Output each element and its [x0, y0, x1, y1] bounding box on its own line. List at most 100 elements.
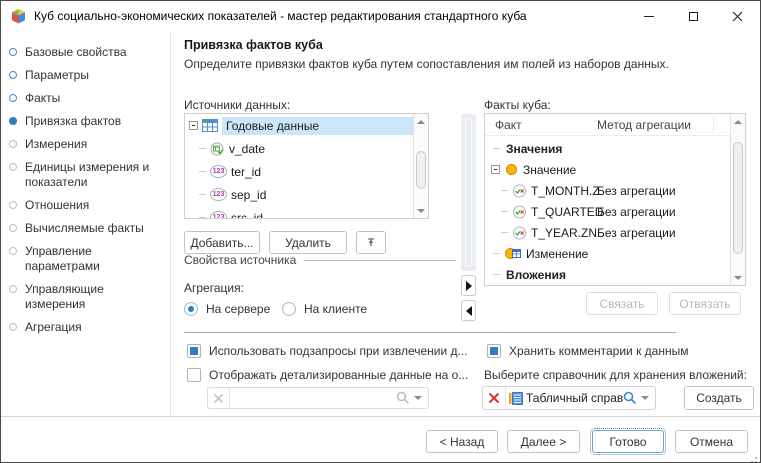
step-dot-active-icon [9, 117, 17, 125]
step-dot-icon [9, 140, 17, 148]
move-right-button[interactable] [461, 275, 476, 296]
add-source-button[interactable]: Добавить... [184, 231, 260, 254]
scroll-up-icon[interactable] [414, 114, 428, 129]
footer-bar: < Назад Далее > Готово Отмена [1, 416, 760, 462]
attachments-dictionary-label: Выберите справочник для хранения вложени… [484, 368, 747, 382]
sidebar-item-units-indicators[interactable]: Единицы измерения и показатели [1, 158, 170, 192]
splitter-handle[interactable] [461, 114, 476, 271]
source-field-row[interactable]: v_date [185, 137, 413, 160]
sidebar-item-parameter-management[interactable]: Управление параметрами [1, 242, 170, 276]
fact-field-row[interactable]: T_QUARTED Без агрегации [485, 201, 729, 222]
scrollbar-thumb[interactable] [733, 142, 743, 254]
sources-scrollbar[interactable] [413, 114, 428, 218]
finish-button[interactable]: Готово [592, 430, 664, 453]
clear-selection-icon[interactable] [483, 387, 506, 409]
radio-client[interactable]: На клиенте [282, 302, 367, 316]
facts-tree: Факт Метод агрегации Значения Значение T… [484, 113, 746, 286]
source-properties-group: Свойства источника [184, 253, 456, 267]
collapse-all-button[interactable]: Ŧ [356, 231, 386, 254]
step-dot-icon [9, 323, 17, 331]
detailed-data-combo[interactable] [207, 387, 429, 409]
next-button[interactable]: Далее > [507, 430, 580, 453]
step-dot-icon [9, 247, 17, 255]
sidebar-item-fact-binding[interactable]: Привязка фактов [1, 112, 170, 131]
unbind-button[interactable]: Отвязать [669, 292, 741, 315]
close-button[interactable] [715, 1, 759, 31]
arrow-left-icon [466, 306, 472, 316]
scrollbar-thumb[interactable] [416, 151, 426, 189]
radio-server[interactable]: На сервере [184, 302, 270, 316]
collapse-expander-icon[interactable] [491, 165, 500, 174]
sidebar-item-facts[interactable]: Факты [1, 89, 170, 108]
attachments-dictionary-combo[interactable]: Табличный справо [482, 386, 656, 410]
fact-group-row[interactable]: Вложения [485, 264, 729, 285]
column-fact[interactable]: Факт [495, 118, 522, 132]
aggregation-method: Без агрегации [597, 184, 676, 198]
step-label: Управление параметрами [25, 244, 100, 273]
fact-field-row[interactable]: T_MONTH.Z Без агрегации [485, 180, 729, 201]
chevron-down-icon[interactable] [414, 396, 422, 400]
minimize-button[interactable] [627, 1, 671, 31]
column-method[interactable]: Метод агрегации [597, 118, 691, 132]
checkbox-checked-icon [487, 344, 501, 358]
clear-selection-disabled-icon [208, 388, 230, 408]
fact-change-row[interactable]: Изменение [485, 243, 729, 264]
arrow-right-icon [466, 281, 472, 291]
aggregation-method: Без агрегации [597, 205, 676, 219]
resize-grip[interactable] [755, 457, 757, 459]
sidebar-item-control-dimensions[interactable]: Управляющие измерения [1, 280, 170, 314]
step-label: Единицы измерения и показатели [25, 160, 149, 189]
sidebar-item-aggregation[interactable]: Агрегация [1, 318, 170, 337]
fact-value-row[interactable]: Значение [485, 159, 729, 180]
facts-grid-header: Факт Метод агрегации [485, 114, 730, 136]
page-description: Определите привязки фактов куба путем со… [184, 57, 669, 71]
step-dot-icon [9, 94, 17, 102]
search-icon[interactable] [396, 391, 410, 405]
numeric-field-icon: 123 [210, 165, 227, 178]
step-dot-icon [9, 48, 17, 56]
source-field-row[interactable]: 123 ter_id [185, 160, 413, 183]
dictionary-table-icon [509, 392, 523, 405]
back-button[interactable]: < Назад [426, 430, 498, 453]
cancel-button[interactable]: Отмена [675, 430, 748, 453]
close-icon [732, 11, 743, 22]
maximize-button[interactable] [671, 1, 715, 31]
bind-button[interactable]: Связать [586, 292, 658, 315]
show-detailed-checkbox[interactable]: Отображать детализированные данные на о.… [187, 368, 468, 382]
search-icon[interactable] [623, 391, 637, 405]
facts-label: Факты куба: [484, 98, 551, 112]
dataset-root-label[interactable]: Годовые данные [222, 117, 413, 135]
chevron-down-icon[interactable] [641, 396, 649, 400]
source-field-row[interactable]: 123 src_id [185, 206, 413, 218]
sidebar-item-calculated-facts[interactable]: Вычисляемые факты [1, 219, 170, 238]
sidebar-item-relations[interactable]: Отношения [1, 196, 170, 215]
sources-tree: Годовые данные v_date 123 ter_id 123 sep… [184, 113, 429, 219]
numeric-field-icon: 123 [210, 211, 227, 218]
store-comments-checkbox[interactable]: Хранить комментарии к данным [487, 344, 688, 358]
create-dictionary-button[interactable]: Создать [684, 386, 754, 410]
use-subqueries-label: Использовать подзапросы при извлечении д… [209, 344, 468, 358]
radio-off-icon [282, 302, 296, 316]
scroll-down-icon[interactable] [414, 203, 428, 218]
sidebar-item-dimensions[interactable]: Измерения [1, 135, 170, 154]
fact-field-label: T_YEAR.ZN [531, 226, 597, 240]
fact-group-row[interactable]: Значения [485, 138, 729, 159]
facts-scrollbar[interactable] [730, 114, 745, 285]
delete-source-button[interactable]: Удалить [269, 231, 347, 254]
step-dot-icon [9, 163, 17, 171]
scroll-down-icon[interactable] [731, 270, 745, 285]
fact-field-row[interactable]: T_YEAR.ZN Без агрегации [485, 222, 729, 243]
source-field-row[interactable]: 123 sep_id [185, 183, 413, 206]
fact-label: Значение [523, 163, 576, 177]
fact-group-label: Вложения [506, 268, 566, 282]
sidebar-item-basic-properties[interactable]: Базовые свойства [1, 43, 170, 62]
scroll-up-icon[interactable] [731, 114, 745, 129]
sidebar-item-parameters[interactable]: Параметры [1, 66, 170, 85]
use-subqueries-checkbox[interactable]: Использовать подзапросы при извлечении д… [187, 344, 468, 358]
show-detailed-label: Отображать детализированные данные на о.… [209, 368, 468, 382]
move-left-button[interactable] [461, 300, 476, 321]
collapse-expander-icon[interactable] [189, 121, 198, 130]
fact-group-label: Значения [506, 142, 562, 156]
date-field-icon [210, 142, 225, 156]
dataset-root-row[interactable]: Годовые данные [185, 114, 413, 137]
